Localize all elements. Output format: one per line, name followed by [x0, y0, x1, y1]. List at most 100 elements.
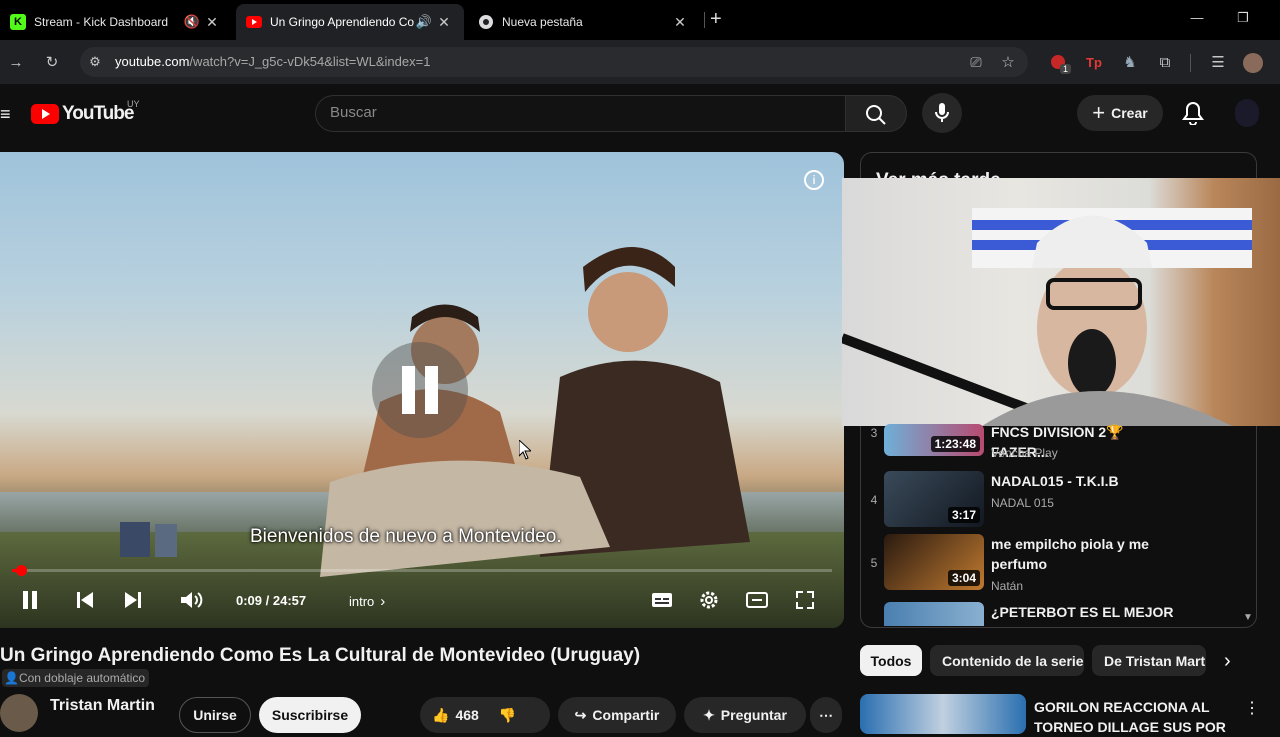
tab-youtube-video[interactable]: Un Gringo Aprendiendo Co 🔊 ✕	[236, 4, 464, 40]
previous-button[interactable]	[73, 588, 97, 612]
share-button[interactable]: ↪ Compartir	[558, 697, 676, 733]
close-tab-icon[interactable]: ✕	[202, 14, 222, 31]
new-tab-plus-icon[interactable]: +	[710, 8, 722, 31]
video-thumbnail[interactable]: 3:17	[884, 471, 984, 527]
menu-hamburger-icon[interactable]: ≡	[0, 104, 11, 125]
url-text[interactable]: youtube.com/watch?v=J_g5c-vDk54&list=WL&…	[115, 54, 430, 69]
info-icon[interactable]: i	[804, 170, 824, 190]
share-label: Compartir	[592, 707, 660, 723]
close-tab-icon[interactable]: ✕	[434, 14, 454, 31]
profile-avatar[interactable]	[1243, 53, 1263, 73]
search-input[interactable]	[315, 95, 845, 132]
audio-playing-icon[interactable]: 🔊	[414, 14, 434, 30]
minimize-window-icon[interactable]: —	[1174, 10, 1220, 25]
playlist-item-channel: NADAL 015	[991, 496, 1054, 510]
dislike-icon[interactable]: 👎	[499, 707, 516, 724]
progress-bar[interactable]	[12, 569, 832, 572]
video-thumbnail[interactable]: 3:04	[884, 534, 984, 590]
playlist-index: 5	[870, 556, 878, 570]
extension-rocket-icon[interactable]: ♞	[1120, 52, 1140, 72]
recommendation-title[interactable]: GORILON REACCIONA AL TORNEO DILLAGE SUS …	[1034, 697, 1234, 737]
video-duration: 3:04	[947, 570, 980, 586]
restore-window-icon[interactable]: ❐	[1220, 10, 1266, 26]
video-title: Un Gringo Aprendiendo Como Es La Cultura…	[0, 645, 641, 666]
chapter-label: intro	[349, 594, 375, 609]
playlist-item[interactable]: ¿PETERBOT ES EL MEJOR DE LA HISTORIA ACT…	[868, 602, 1258, 626]
forward-arrow-icon[interactable]: →	[6, 52, 26, 72]
youtube-logo[interactable]: YouTube	[31, 103, 134, 125]
chips-next-chevron-icon[interactable]: ›	[1224, 650, 1231, 673]
playlist-item-channel: Vencha Play	[991, 446, 1058, 460]
voice-search-button[interactable]	[922, 93, 962, 133]
center-pause-button[interactable]	[372, 342, 468, 438]
captions-button[interactable]	[650, 589, 674, 611]
time-display: 0:09 / 24:57	[236, 593, 307, 608]
dubbing-label: Con doblaje automático	[18, 671, 146, 685]
scroll-down-icon[interactable]: ▼	[1243, 612, 1253, 623]
bookmark-star-icon[interactable]: ☆	[998, 52, 1018, 72]
playlist-index: 4	[870, 493, 878, 507]
url-path: /watch?v=J_g5c-vDk54&list=WL&index=1	[189, 54, 431, 69]
ask-label: Preguntar	[720, 707, 787, 723]
search-button[interactable]	[845, 95, 907, 132]
channel-avatar[interactable]	[0, 694, 38, 732]
more-horizontal-icon: ⋯	[819, 706, 833, 723]
mouse-cursor-icon	[518, 438, 533, 465]
subscribe-button[interactable]: Suscribirse	[259, 697, 361, 733]
playlist-item-title: me empilcho piola y me perfumo	[991, 536, 1149, 572]
search-placeholder: Buscar	[330, 104, 377, 121]
reload-icon[interactable]: ↻	[42, 52, 62, 72]
share-icon: ↪	[574, 706, 587, 723]
volume-button[interactable]	[178, 588, 206, 612]
youtube-play-logo-icon	[31, 104, 59, 124]
chrome-favicon-icon	[478, 14, 494, 30]
notifications-bell-icon[interactable]	[1182, 101, 1204, 130]
search-icon	[866, 105, 886, 125]
toolbar-divider	[1190, 54, 1191, 72]
chip-todos[interactable]: Todos	[860, 645, 922, 676]
fullscreen-button[interactable]	[793, 589, 817, 611]
video-thumbnail[interactable]: 1:23:48	[884, 424, 984, 456]
like-icon[interactable]: 👍	[432, 707, 449, 724]
join-button[interactable]: Unirse	[179, 697, 251, 733]
playlist-item[interactable]: 5 3:04 me empilcho piola y me perfumo Na…	[868, 534, 1258, 596]
playlist-index: 3	[870, 426, 878, 440]
video-duration: 1:23:48	[930, 436, 980, 452]
muted-audio-icon[interactable]: 🔇	[182, 14, 202, 30]
channel-name[interactable]: Tristan Martin	[50, 697, 155, 715]
media-control-icon[interactable]: ☰	[1208, 52, 1228, 72]
playlist-item-channel: Natán	[991, 579, 1024, 593]
more-actions-button[interactable]: ⋯	[810, 697, 842, 733]
account-avatar[interactable]	[1235, 99, 1259, 127]
tab-title: Nueva pestaña	[502, 15, 583, 29]
plus-icon: +	[1092, 100, 1106, 125]
install-app-icon[interactable]: ⎚	[966, 52, 986, 72]
play-pause-button[interactable]	[18, 588, 42, 612]
extension-tp-icon[interactable]: Tp	[1084, 52, 1104, 72]
progress-scrubber[interactable]	[15, 565, 27, 576]
playlist-item[interactable]: 4 3:17 NADAL015 - T.K.I.B NADAL 015	[868, 471, 1258, 533]
chapter-button[interactable]: intro ›	[349, 593, 385, 610]
chip-series-content[interactable]: Contenido de la serie	[930, 645, 1084, 676]
fullscreen-icon	[796, 591, 814, 609]
next-button[interactable]	[121, 588, 145, 612]
recommendation-thumbnail[interactable]	[860, 694, 1026, 734]
captions-icon	[652, 593, 672, 607]
theater-mode-button[interactable]	[745, 589, 769, 611]
like-count[interactable]: 468	[455, 707, 478, 723]
tab-new-tab[interactable]: Nueva pestaña ✕	[468, 4, 700, 40]
chip-from-channel[interactable]: De Tristan Martin	[1092, 645, 1206, 676]
close-tab-icon[interactable]: ✕	[670, 14, 690, 31]
create-button[interactable]: + Crear	[1077, 95, 1163, 131]
sparkle-icon: ✦	[703, 706, 715, 723]
tab-kick-dashboard[interactable]: K Stream - Kick Dashboard 🔇 ✕	[0, 4, 232, 40]
dubbing-badge: 👤Con doblaje automático	[2, 669, 150, 687]
extensions-puzzle-icon[interactable]: ⧉	[1155, 52, 1175, 72]
webcam-scene	[842, 208, 1252, 426]
video-thumbnail[interactable]	[884, 602, 984, 626]
site-info-icon[interactable]: ⚙	[85, 52, 105, 72]
video-duration: 3:17	[947, 507, 980, 523]
more-options-icon[interactable]: ⋮	[1244, 698, 1260, 718]
ask-button[interactable]: ✦ Preguntar	[684, 697, 806, 733]
settings-button[interactable]	[697, 588, 721, 612]
